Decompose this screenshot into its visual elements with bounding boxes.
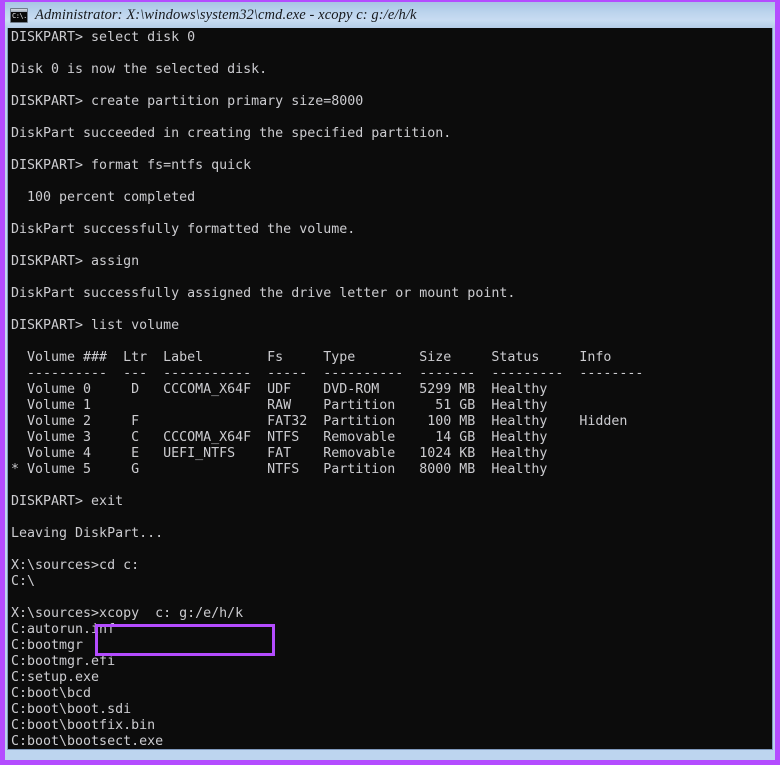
window-titlebar[interactable]: C:\. Administrator: X:\windows\system32\… <box>5 2 775 28</box>
window-bottom-strip <box>5 750 775 760</box>
console-output-area[interactable]: DISKPART> select disk 0 Disk 0 is now th… <box>7 28 773 750</box>
cmd-console-icon: C:\. <box>10 7 28 23</box>
console-text: DISKPART> select disk 0 Disk 0 is now th… <box>11 30 644 749</box>
window-title: Administrator: X:\windows\system32\cmd.e… <box>35 6 417 23</box>
cmd-icon-glyph: C:\. <box>12 11 27 20</box>
cmd-window: C:\. Administrator: X:\windows\system32\… <box>0 0 780 765</box>
